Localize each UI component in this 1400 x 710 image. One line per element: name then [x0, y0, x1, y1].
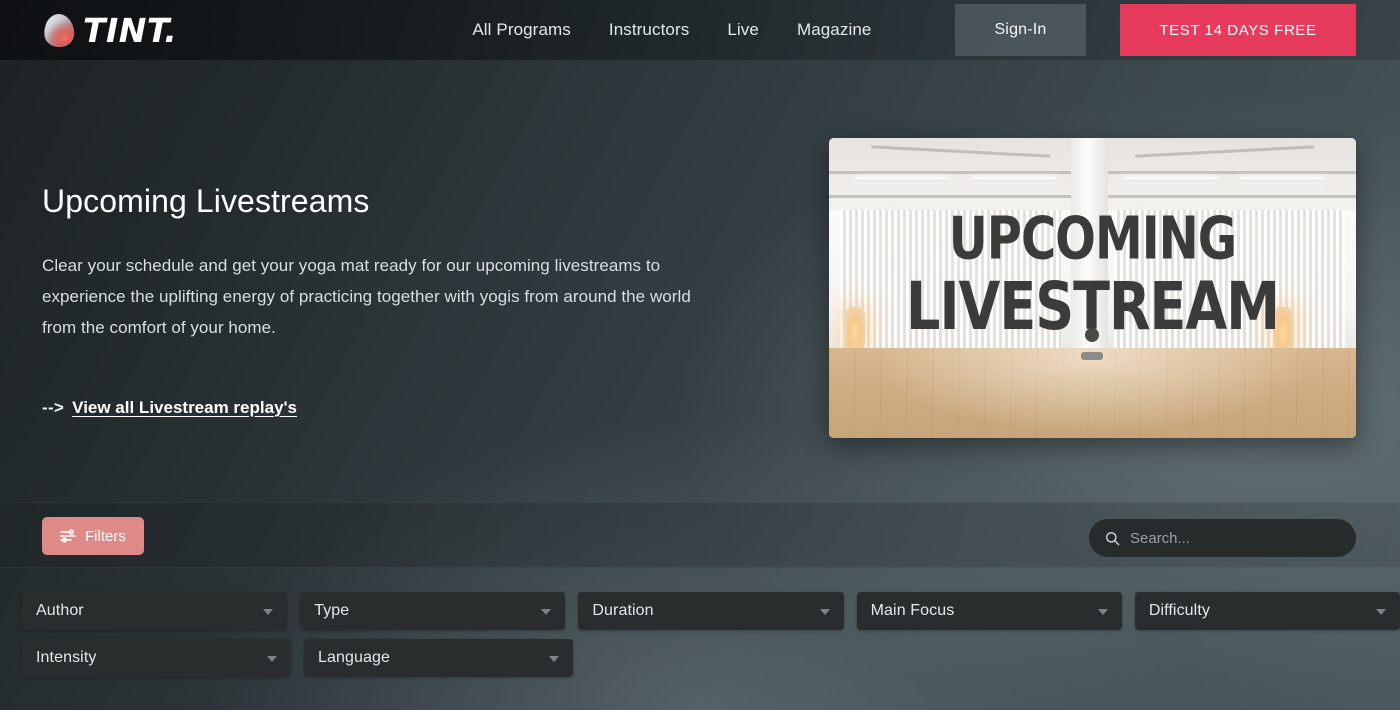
- nav-all-programs[interactable]: All Programs: [472, 20, 571, 40]
- filters-button-label: Filters: [85, 527, 126, 545]
- chevron-down-icon: [549, 656, 559, 662]
- nav-magazine[interactable]: Magazine: [797, 20, 872, 40]
- filter-dropdowns: Author Type Duration Main Focus Difficul…: [0, 592, 1400, 686]
- hero-description: Clear your schedule and get your yoga ma…: [42, 256, 691, 338]
- filter-author-label: Author: [36, 602, 84, 619]
- filter-main-focus-label: Main Focus: [870, 602, 955, 619]
- tint-droplet-logo-icon: [42, 12, 76, 48]
- filter-row-2: Intensity Language: [0, 639, 1400, 677]
- search-input[interactable]: [1130, 529, 1340, 547]
- filter-duration[interactable]: Duration: [578, 592, 844, 630]
- free-trial-button[interactable]: TEST 14 DAYS FREE: [1120, 4, 1356, 56]
- arrow-glyph: -->: [42, 398, 65, 417]
- sliders-icon: [60, 529, 76, 543]
- overlay-line-2: LIVESTREAM: [906, 267, 1280, 345]
- chevron-down-icon: [541, 609, 552, 615]
- filter-type-label: Type: [314, 602, 350, 619]
- filter-duration-label: Duration: [592, 602, 654, 619]
- filter-row-1: Author Type Duration Main Focus Difficul…: [0, 592, 1400, 630]
- brand-logo[interactable]: TINT.: [42, 10, 178, 50]
- chevron-down-icon: [267, 656, 277, 662]
- view-all-replays-link[interactable]: View all Livestream replay's: [72, 398, 297, 418]
- chevron-down-icon: [819, 609, 830, 615]
- filter-difficulty-label: Difficulty: [1148, 602, 1210, 619]
- brand-name: TINT.: [83, 10, 178, 50]
- filter-type[interactable]: Type: [300, 592, 566, 630]
- chevron-down-icon: [1376, 609, 1387, 615]
- nav-instructors[interactable]: Instructors: [609, 20, 689, 40]
- filter-difficulty[interactable]: Difficulty: [1134, 592, 1400, 630]
- filter-intensity[interactable]: Intensity: [22, 639, 291, 677]
- hero-link-row: --> View all Livestream replay's: [42, 398, 297, 418]
- sign-in-button[interactable]: Sign-In: [955, 4, 1086, 56]
- nav-live[interactable]: Live: [727, 20, 759, 40]
- filter-author[interactable]: Author: [22, 592, 288, 630]
- page-root: TINT. All Programs Instructors Live Maga…: [0, 0, 1400, 710]
- filter-toolbar: Filters: [0, 502, 1400, 568]
- search-box[interactable]: [1089, 519, 1356, 557]
- filter-language[interactable]: Language: [304, 639, 573, 677]
- hero-image[interactable]: UPCOMING LIVESTREAM: [829, 138, 1356, 438]
- chevron-down-icon: [263, 609, 274, 615]
- overlay-line-1: UPCOMING: [948, 204, 1237, 274]
- page-title: Upcoming Livestreams: [42, 183, 370, 219]
- filters-button[interactable]: Filters: [42, 517, 144, 555]
- search-icon: [1105, 531, 1120, 545]
- hero-image-overlay: UPCOMING LIVESTREAM: [829, 138, 1356, 438]
- filter-language-label: Language: [318, 649, 390, 666]
- site-header: TINT. All Programs Instructors Live Maga…: [0, 0, 1400, 60]
- hero-copy: Upcoming Livestreams Clear your schedule…: [42, 182, 722, 343]
- chevron-down-icon: [1097, 609, 1108, 615]
- filter-main-focus[interactable]: Main Focus: [856, 592, 1122, 630]
- filter-intensity-label: Intensity: [36, 649, 97, 666]
- primary-nav: All Programs Instructors Live Magazine: [472, 20, 871, 40]
